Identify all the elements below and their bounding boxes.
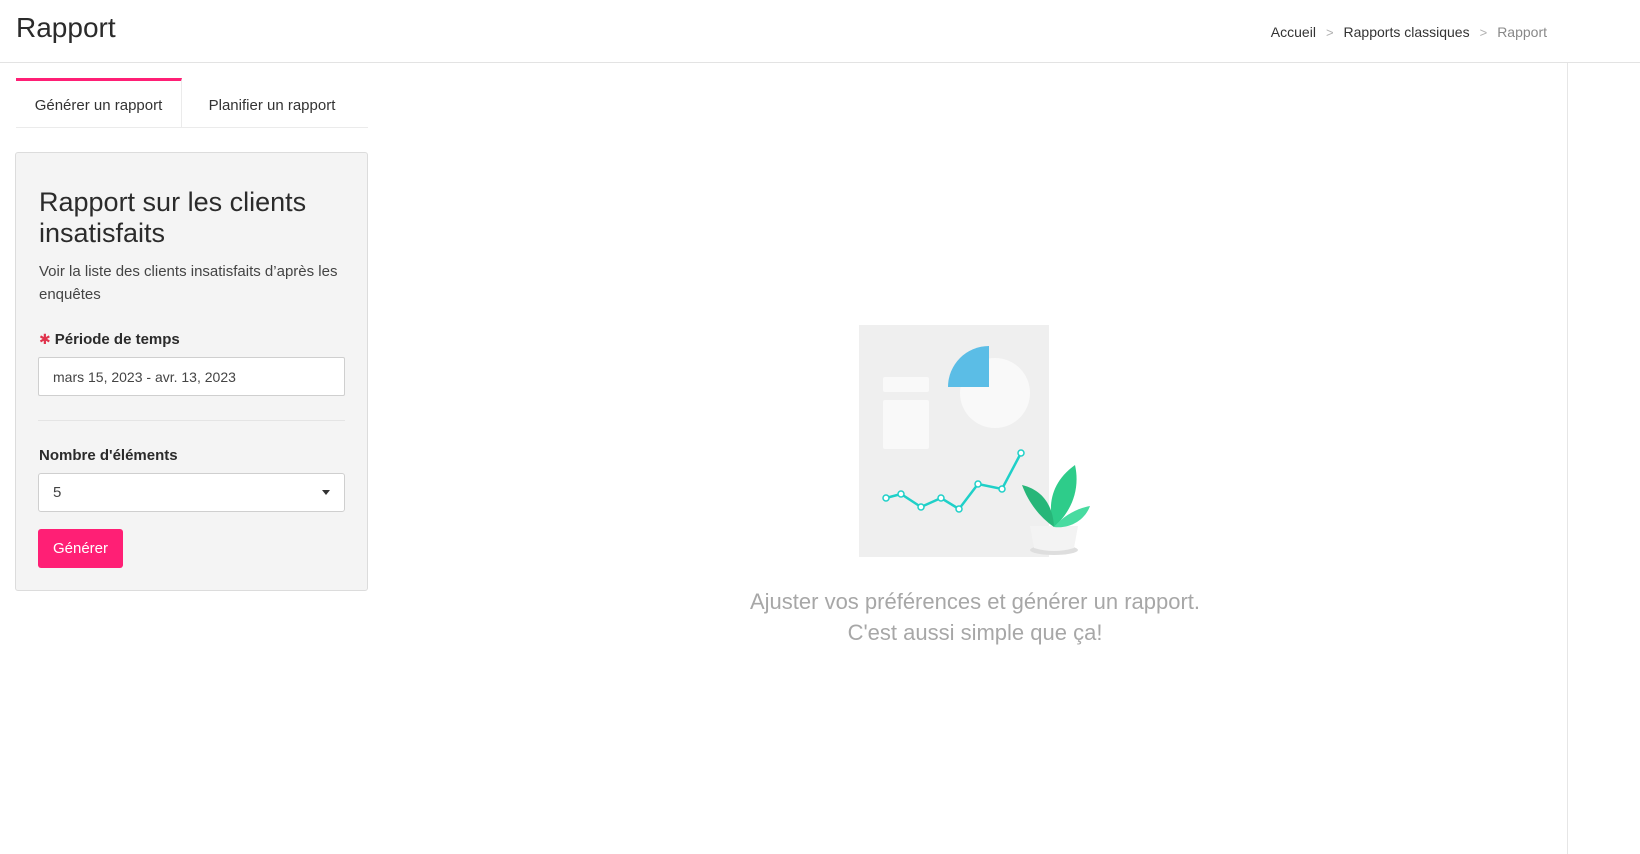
placeholder-block: [883, 400, 929, 449]
breadcrumb-current: Rapport: [1497, 24, 1547, 40]
breadcrumb-separator: >: [1325, 24, 1334, 40]
breadcrumb-separator: >: [1479, 24, 1488, 40]
trend-point: [974, 480, 982, 488]
form-divider: [38, 420, 345, 421]
empty-state-line-1: Ajuster vos préférences et générer un ra…: [749, 589, 1201, 614]
report-config-card: Rapport sur les clients insatisfaits Voi…: [15, 152, 368, 591]
empty-report-illustration: [859, 325, 1090, 557]
time-period-label: ✱ Période de temps: [39, 331, 180, 348]
breadcrumb-home-link[interactable]: Accueil: [1271, 24, 1316, 40]
report-tabs: Générer un rapport Planifier un rapport: [16, 78, 368, 128]
time-period-label-text: Période de temps: [54, 331, 180, 348]
report-title: Rapport sur les clients insatisfaits: [39, 187, 307, 248]
empty-state-message: Ajuster vos préférences et générer un ra…: [700, 586, 1250, 648]
page-title: Rapport: [16, 12, 116, 43]
item-count-select[interactable]: 5: [38, 473, 345, 512]
caret-down-icon: [322, 490, 330, 495]
trend-point: [955, 505, 963, 513]
required-star-icon: ✱: [39, 331, 51, 347]
trend-point: [1017, 449, 1025, 457]
placeholder-bar: [883, 377, 929, 392]
trend-point: [998, 485, 1006, 493]
empty-state-line-2: C'est aussi simple que ça!: [847, 620, 1103, 645]
trend-point: [917, 503, 925, 511]
trend-point: [937, 494, 945, 502]
report-description: Voir la liste des clients insatisfaits d…: [39, 263, 338, 303]
item-count-label: Nombre d'éléments: [39, 447, 178, 464]
trend-point: [897, 490, 905, 498]
tab-schedule-report[interactable]: Planifier un rapport: [182, 78, 362, 128]
generate-button[interactable]: Générer: [38, 529, 123, 568]
page-header: Rapport Accueil > Rapports classiques > …: [0, 0, 1640, 63]
trend-point: [882, 494, 890, 502]
tab-generate-report[interactable]: Générer un rapport: [16, 78, 182, 128]
time-period-input[interactable]: [38, 357, 345, 396]
vertical-divider: [1567, 63, 1568, 854]
breadcrumb: Accueil > Rapports classiques > Rapport: [1271, 24, 1547, 40]
breadcrumb-classic-reports-link[interactable]: Rapports classiques: [1344, 24, 1470, 40]
report-page: Rapport Accueil > Rapports classiques > …: [0, 0, 1640, 854]
item-count-value: 5: [53, 484, 62, 501]
